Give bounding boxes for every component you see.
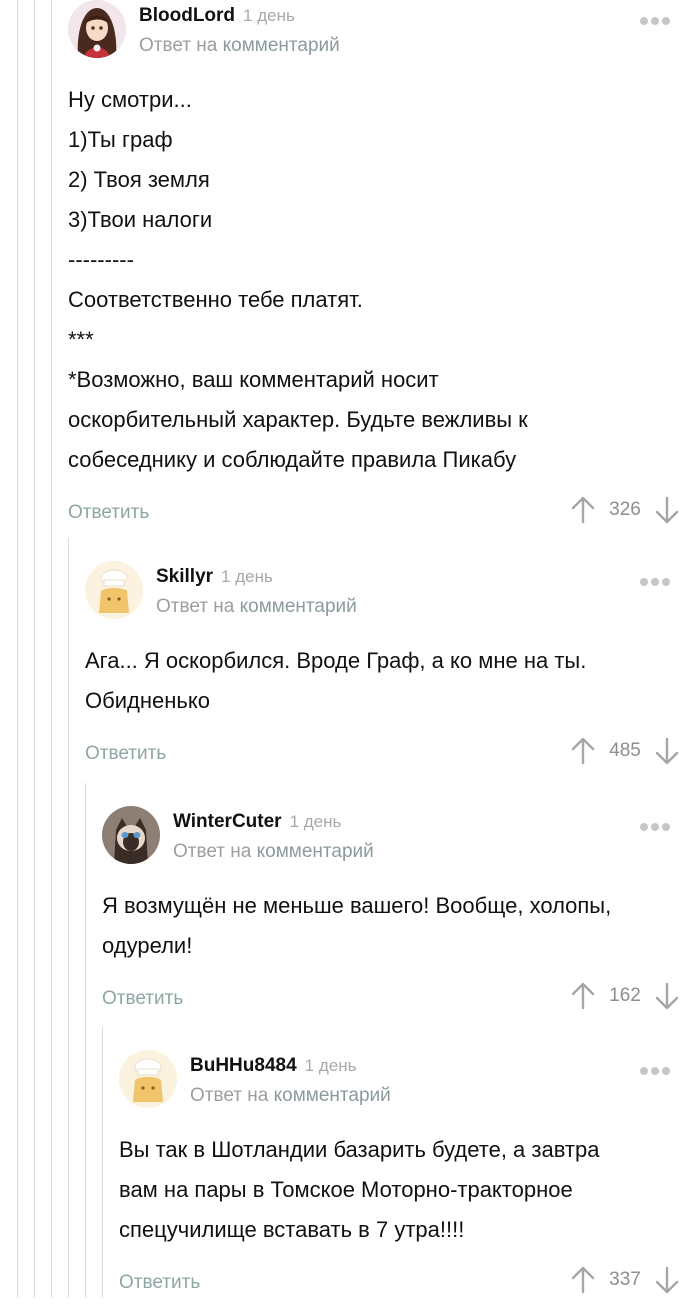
comment-line: собеседнику и соблюдайте правила Пикабу [68, 447, 517, 472]
avatar-default-chef-image [119, 1050, 177, 1108]
comment-actions: Ответить 326 [68, 494, 700, 534]
reply-to: Ответ на комментарий [139, 35, 340, 57]
comment-body: Ага... Я оскорбился. Вроде Граф, а ко мн… [85, 641, 700, 721]
comment-body: Я возмущён не меньше вашего! Вообще, хол… [102, 886, 700, 966]
parent-comment-link[interactable]: комментарий [257, 841, 374, 862]
parent-comment-link[interactable]: комментарий [240, 596, 357, 617]
reply-to: Ответ на комментарий [190, 1085, 391, 1107]
reply-prefix: Ответ на [139, 35, 218, 56]
username[interactable]: WinterCuter [173, 811, 282, 832]
rating: 162 [609, 985, 641, 1006]
username[interactable]: BuHHu8484 [190, 1055, 297, 1076]
vote-block: 326 [570, 496, 680, 524]
vote-block: 485 [570, 737, 680, 765]
avatar-cat-image [102, 806, 160, 864]
rating: 337 [609, 1269, 641, 1290]
reply-prefix: Ответ на [156, 596, 235, 617]
arrow-up-icon[interactable] [570, 982, 596, 1010]
comment-actions: Ответить 162 [102, 980, 700, 1020]
username-row: WinterCuter 1 день [173, 811, 341, 833]
vote-block: 162 [570, 982, 680, 1010]
arrow-down-icon[interactable] [654, 737, 680, 765]
comment-line: оскорбительный характер. Будьте вежливы … [68, 407, 528, 432]
reply-prefix: Ответ на [190, 1085, 269, 1106]
comment-time: 1 день [289, 812, 342, 831]
comment-actions: Ответить 485 [85, 735, 700, 775]
avatar[interactable] [85, 561, 143, 619]
thread-line [102, 1027, 103, 1298]
comment-line: 1)Ты граф [68, 127, 173, 152]
avatar[interactable] [102, 806, 160, 864]
arrow-down-icon[interactable] [654, 982, 680, 1010]
comment: BuHHu8484 1 день Ответ на комментарий Вы … [119, 1050, 700, 1304]
avatar[interactable] [119, 1050, 177, 1108]
comment-line: Ну смотри... [68, 87, 192, 112]
thread-line [85, 783, 86, 1298]
rating: 485 [609, 740, 641, 761]
comment-line: 2) Твоя земля [68, 167, 210, 192]
avatar-default-chef-image [85, 561, 143, 619]
avatar[interactable] [68, 0, 126, 58]
username-row: Skillyr 1 день [156, 566, 273, 588]
comment-header: BloodLord 1 день Ответ на комментарий [68, 0, 700, 62]
comment-line: --------- [68, 247, 134, 272]
comment-line: спецучилище вставать в 7 утра!!!! [119, 1217, 465, 1242]
arrow-down-icon[interactable] [654, 496, 680, 524]
reply-button[interactable]: Ответить [119, 1272, 200, 1294]
comment-header: BuHHu8484 1 день Ответ на комментарий [119, 1050, 700, 1112]
username[interactable]: Skillyr [156, 566, 213, 587]
reply-to: Ответ на комментарий [156, 596, 357, 618]
comment-time: 1 день [243, 6, 295, 25]
thread-line [68, 538, 69, 1298]
more-dots-icon[interactable] [640, 1062, 676, 1075]
rating: 326 [609, 499, 641, 520]
comment-time: 1 день [221, 567, 273, 586]
comment-line: Соответственно тебе платят. [68, 287, 363, 312]
parent-comment-link[interactable]: комментарий [223, 35, 340, 56]
comment-header: Skillyr 1 день Ответ на комментарий [85, 561, 700, 623]
username[interactable]: BloodLord [139, 5, 235, 26]
comment: WinterCuter 1 день Ответ на комментарий Я… [102, 806, 700, 1020]
avatar-anime-girl-image [68, 0, 126, 58]
more-dots-icon[interactable] [640, 573, 676, 586]
comment-line: одурели! [102, 933, 193, 958]
reply-button[interactable]: Ответить [85, 743, 166, 765]
username-row: BuHHu8484 1 день [190, 1055, 356, 1077]
username-row: BloodLord 1 день [139, 5, 295, 27]
reply-to: Ответ на комментарий [173, 841, 374, 863]
comment-header: WinterCuter 1 день Ответ на комментарий [102, 806, 700, 868]
thread-line [51, 0, 52, 1298]
comment-line: 3)Твои налоги [68, 207, 213, 232]
arrow-down-icon[interactable] [654, 1266, 680, 1294]
comment-body: Ну смотри... 1)Ты граф 2) Твоя земля 3)Т… [68, 80, 700, 480]
reply-button[interactable]: Ответить [102, 988, 183, 1010]
arrow-up-icon[interactable] [570, 737, 596, 765]
comment-line: вам на пары в Томское Моторно-тракторное [119, 1177, 573, 1202]
more-dots-icon[interactable] [640, 12, 676, 25]
arrow-up-icon[interactable] [570, 496, 596, 524]
comment-time: 1 день [304, 1056, 357, 1075]
parent-comment-link[interactable]: комментарий [274, 1085, 391, 1106]
arrow-up-icon[interactable] [570, 1266, 596, 1294]
comment-line: *** [68, 327, 94, 352]
reply-prefix: Ответ на [173, 841, 252, 862]
thread-line [34, 0, 35, 1298]
comment: Skillyr 1 день Ответ на комментарий Ага..… [85, 561, 700, 775]
comment-line: Вы так в Шотландии базарить будете, а за… [119, 1137, 600, 1162]
comment-line: Обидненько [85, 688, 210, 713]
comment: BloodLord 1 день Ответ на комментарий Ну … [68, 0, 700, 534]
vote-block: 337 [570, 1266, 680, 1294]
comment-body: Вы так в Шотландии базарить будете, а за… [119, 1130, 700, 1250]
thread-line [17, 0, 18, 1298]
reply-button[interactable]: Ответить [68, 502, 149, 524]
comment-actions: Ответить 337 [119, 1264, 700, 1304]
comment-line: *Возможно, ваш комментарий носит [68, 367, 439, 392]
more-dots-icon[interactable] [640, 818, 676, 831]
comment-line: Ага... Я оскорбился. Вроде Граф, а ко мн… [85, 648, 587, 673]
comment-line: Я возмущён не меньше вашего! Вообще, хол… [102, 893, 612, 918]
